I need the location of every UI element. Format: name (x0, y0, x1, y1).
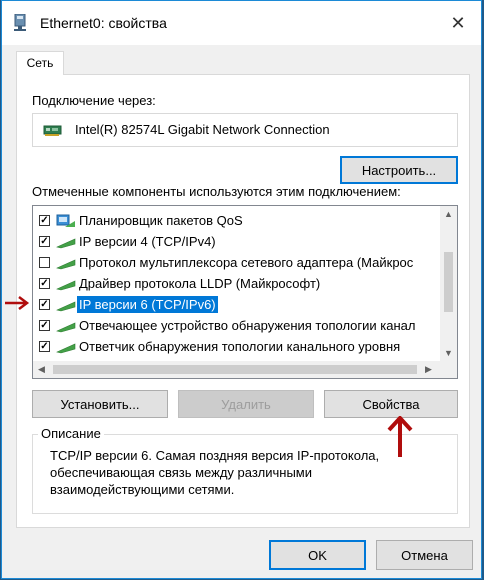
connect-using-label: Подключение через: (32, 93, 156, 108)
annotation-arrow-right-icon (5, 296, 30, 310)
horizontal-scrollbar[interactable]: ◀ ▶ (33, 361, 457, 378)
tab-network[interactable]: Сеть (16, 51, 64, 75)
list-item-ipv4[interactable]: ✓ IP версии 4 (TCP/IPv4) (33, 232, 437, 252)
network-protocol-icon (56, 322, 76, 333)
list-item-label: Протокол мультиплексора сетевого адаптер… (79, 255, 414, 270)
network-card-icon (43, 125, 62, 136)
list-item-lldp[interactable]: ✓ Драйвер протокола LLDP (Майкрософт) (33, 274, 437, 294)
adapter-field: Intel(R) 82574L Gigabit Network Connecti… (32, 113, 458, 147)
scroll-down-icon[interactable]: ▼ (440, 345, 457, 362)
window-title: Ethernet0: свойства (40, 15, 167, 31)
list-item-ipv6[interactable]: ✓ IP версии 6 (TCP/IPv6) (33, 295, 437, 315)
description-text: TCP/IP версии 6. Самая поздняя версия IP… (50, 448, 380, 497)
install-button[interactable]: Установить... (32, 390, 168, 418)
list-item-label: Отвечающее устройство обнаружения тополо… (79, 318, 416, 333)
list-item-lltd-responder[interactable]: ✓ Ответчик обнаружения топологии канальн… (33, 337, 437, 357)
checkbox-lltd-device[interactable]: ✓ (39, 320, 50, 331)
uninstall-button[interactable]: Удалить (178, 390, 314, 418)
vertical-scrollbar[interactable]: ▲ ▼ (440, 206, 457, 362)
network-protocol-icon (56, 259, 76, 270)
network-adapter-icon (14, 14, 26, 31)
annotation-arrow-up-icon (387, 416, 413, 457)
description-legend: Описание (38, 426, 104, 441)
adapter-name: Intel(R) 82574L Gigabit Network Connecti… (75, 122, 330, 137)
qos-scheduler-icon (56, 214, 75, 227)
checkbox-multiplexor[interactable] (39, 257, 50, 268)
components-label: Отмеченные компоненты используются этим … (32, 184, 401, 199)
checkbox-lltd-responder[interactable]: ✓ (39, 341, 50, 352)
list-item-label: Планировщик пакетов QoS (79, 213, 243, 228)
properties-button[interactable]: Свойства (324, 390, 458, 418)
horizontal-scroll-thumb[interactable] (53, 365, 417, 374)
network-protocol-icon (56, 301, 76, 312)
ok-button[interactable]: OK (269, 540, 366, 570)
configure-button[interactable]: Настроить... (340, 156, 458, 184)
checkbox-qos[interactable]: ✓ (39, 215, 50, 226)
checkbox-ipv4[interactable]: ✓ (39, 236, 50, 247)
network-protocol-icon (56, 343, 76, 354)
list-item-label: IP версии 4 (TCP/IPv4) (79, 234, 216, 249)
close-icon[interactable]: ✕ (435, 1, 481, 45)
list-item-lltd-responder-device[interactable]: ✓ Отвечающее устройство обнаружения топо… (33, 316, 437, 336)
scroll-right-icon[interactable]: ▶ (420, 361, 437, 378)
title-bar[interactable]: Ethernet0: свойства ✕ (2, 1, 481, 45)
list-item-label: Драйвер протокола LLDP (Майкрософт) (79, 276, 321, 291)
cancel-button[interactable]: Отмена (376, 540, 473, 570)
scroll-up-icon[interactable]: ▲ (440, 206, 457, 223)
vertical-scroll-thumb[interactable] (444, 252, 453, 312)
checkbox-ipv6[interactable]: ✓ (39, 299, 50, 310)
list-item-label: Ответчик обнаружения топологии канальног… (79, 339, 401, 354)
checkbox-lldp[interactable]: ✓ (39, 278, 50, 289)
network-protocol-icon (56, 238, 76, 249)
scroll-left-icon[interactable]: ◀ (33, 361, 50, 378)
network-protocol-icon (56, 280, 76, 291)
list-item-multiplexor[interactable]: Протокол мультиплексора сетевого адаптер… (33, 253, 437, 273)
list-item-label: IP версии 6 (TCP/IPv6) (77, 296, 218, 313)
properties-dialog: Ethernet0: свойства ✕ Сеть Подключение ч… (1, 0, 482, 579)
list-item-qos[interactable]: ✓ Планировщик пакетов QoS (33, 211, 437, 231)
components-list[interactable]: ✓ Планировщик пакетов QoS ✓ IP версии 4 … (32, 205, 458, 379)
